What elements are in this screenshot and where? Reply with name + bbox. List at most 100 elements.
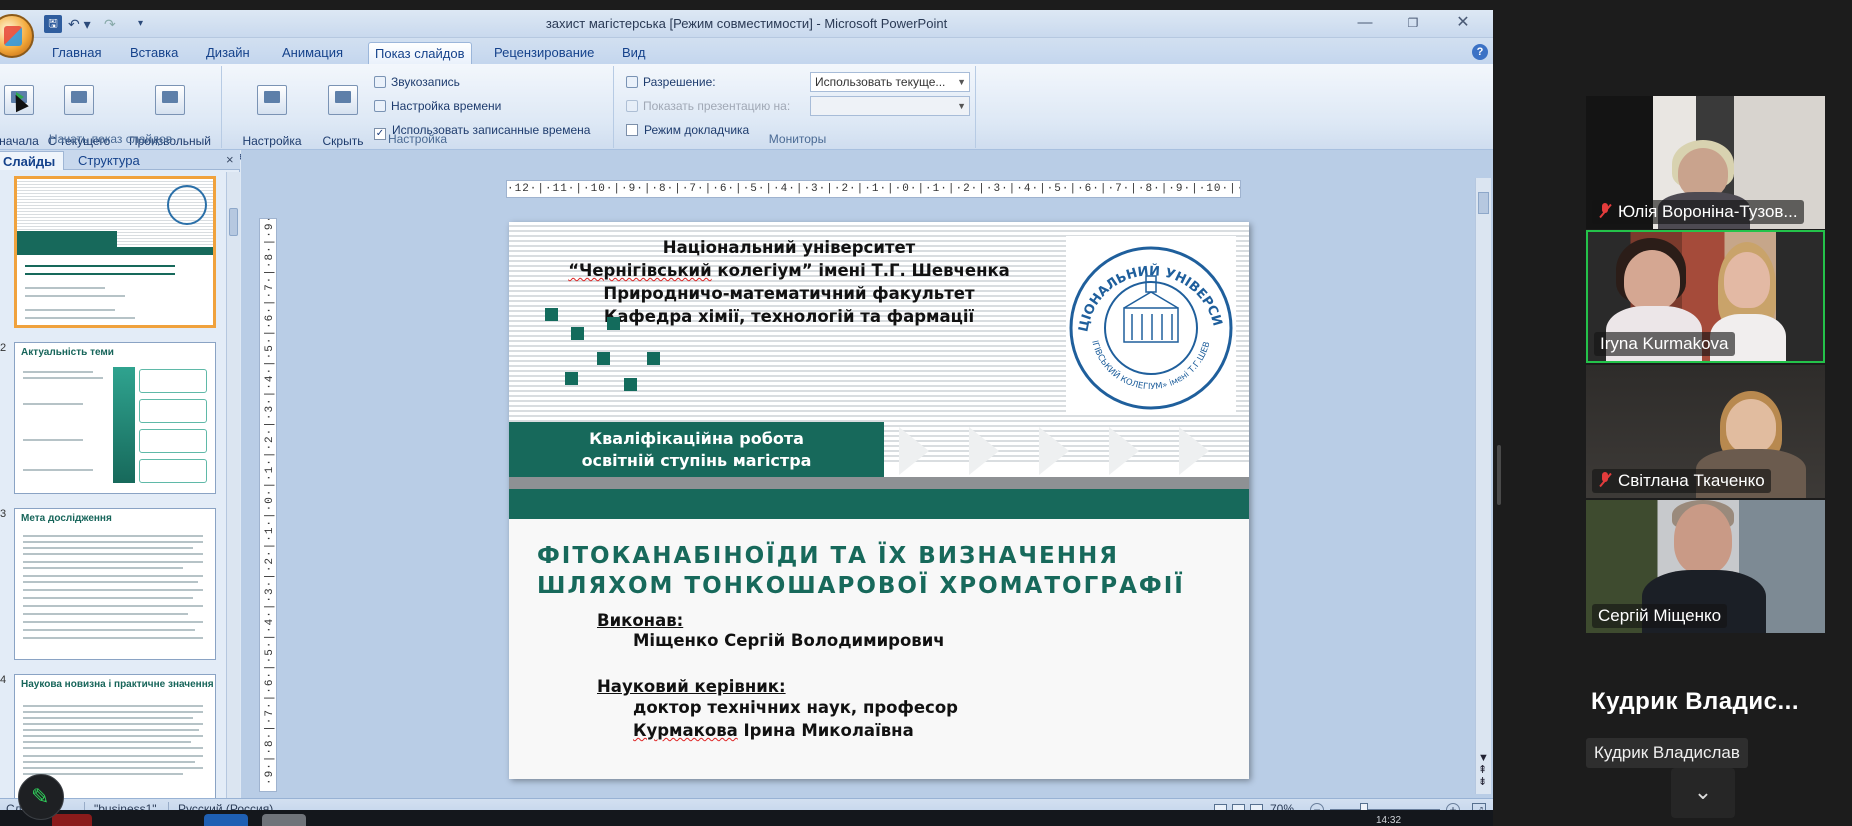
supervisor-given-names: Ірина Миколаївна xyxy=(737,721,914,740)
university-header: Національний університет “Чернігівський … xyxy=(509,236,1069,328)
rehearse-timings-button[interactable]: Настройка времени xyxy=(374,98,501,114)
supervisor-name: Курмакова Ірина Миколаївна xyxy=(633,719,914,742)
scrollbar-thumb[interactable] xyxy=(229,208,238,236)
thumb-arrows xyxy=(113,367,135,483)
chevron-arrow-icon xyxy=(1109,427,1139,475)
participant-name-label: Iryna Kurmakova xyxy=(1594,332,1735,356)
microphone-muted-icon xyxy=(1598,472,1612,488)
tab-outline[interactable]: Структура xyxy=(70,151,148,170)
tab-review[interactable]: Рецензирование xyxy=(488,42,600,64)
tab-slides[interactable]: Слайды xyxy=(0,151,65,170)
participant-name-label: Світлана Ткаченко xyxy=(1592,469,1771,493)
slide-number-4: 4 xyxy=(0,674,7,686)
author-label: Виконав: xyxy=(597,611,684,630)
status-bar: Сла... 27 "business1" Русский (Россия) 7… xyxy=(0,798,1493,810)
group-setup: Настройка демонстрации Скрыть слайд Звук… xyxy=(222,66,614,163)
tab-design[interactable]: Дизайн xyxy=(200,42,256,64)
slide-editing-area: ·12·|·11·|·10·|·9·|·8·|·7·|·6·|·5·|·4·|·… xyxy=(241,150,1493,798)
slide-thumbnail-2[interactable]: Актуальність теми xyxy=(14,342,216,494)
tab-animation[interactable]: Анимация xyxy=(276,42,349,64)
horizontal-ruler: ·12·|·11·|·10·|·9·|·8·|·7·|·6·|·5·|·4·|·… xyxy=(506,180,1241,198)
collapse-panel-button[interactable]: ⌄ xyxy=(1671,768,1735,818)
resolution-value: Использовать текуще... xyxy=(815,75,946,89)
tab-slide-show[interactable]: Показ слайдов xyxy=(368,42,472,64)
supervisor-surname: Курмакова xyxy=(633,721,738,740)
decor-square xyxy=(571,327,584,340)
tab-insert[interactable]: Вставка xyxy=(124,42,184,64)
screen: 🖫 ↶ ▾ ↷ ▾ захист магістерська [Режим сов… xyxy=(0,0,1852,826)
slide-thumbnail-3[interactable]: Мета дослідження xyxy=(14,508,216,660)
annotate-button[interactable]: ✎ xyxy=(18,774,64,820)
participant-tile-1[interactable]: Юлія Вороніна-Тузов... xyxy=(1586,96,1825,229)
resolution-label-row: Разрешение: xyxy=(626,74,716,90)
taskbar-app-icon[interactable] xyxy=(262,814,306,826)
participant-tile-4[interactable]: Сергій Міщенко xyxy=(1586,500,1825,633)
panel-resize-handle[interactable] xyxy=(1497,445,1501,505)
header-collegium: “Чернігівський колегіум” імені Т.Г. Шевч… xyxy=(509,259,1069,282)
vertical-ruler: ·9·|·8·|·7·|·6·|·5·|·4·|·3·|·2·|·1·|·0·|… xyxy=(259,218,277,792)
record-narration-label: Звукозапись xyxy=(391,75,460,89)
supervisor-label: Науковий керівник: xyxy=(597,677,786,696)
thesis-title-line-2: ШЛЯХОМ ТОНКОШАРОВОЇ ХРОМАТОГРАФІЇ xyxy=(537,573,1185,599)
participant-tile-3[interactable]: Світлана Ткаченко xyxy=(1586,365,1825,498)
resolution-select[interactable]: Использовать текуще... ▼ xyxy=(810,72,970,92)
chevron-arrow-icon xyxy=(969,427,999,475)
zoom-in-button[interactable]: + xyxy=(1446,803,1460,810)
tab-view[interactable]: Вид xyxy=(616,42,652,64)
speaker-name-large: Кудрик Владис... xyxy=(1591,688,1799,715)
show-on-select[interactable]: ▼ xyxy=(810,96,970,116)
thumb-teal-band xyxy=(17,247,213,255)
scrollbar-thumb[interactable] xyxy=(1478,192,1489,214)
fit-to-window-icon[interactable]: ⤢ xyxy=(1472,803,1486,810)
decor-square xyxy=(565,372,578,385)
thumb-title: Актуальність теми xyxy=(21,347,114,358)
rehearse-timings-label: Настройка времени xyxy=(391,99,502,113)
participant-name: Юлія Вороніна-Тузов... xyxy=(1618,202,1798,221)
office-logo-icon xyxy=(4,26,22,46)
group-start-slide-show: начала С текущего слайда Произвольный по… xyxy=(0,66,222,163)
tab-home[interactable]: Главная xyxy=(46,42,107,64)
slide-thumbnails: 2 Актуальність теми 3 Мета дослідження 4… xyxy=(0,172,226,798)
meeting-participants-panel: Юлія Вороніна-Тузов... Iryna Kurmakova С… xyxy=(1493,0,1852,826)
microphone-icon xyxy=(374,76,386,88)
author-name: Міщенко Сергій Володимирович xyxy=(633,631,945,650)
participant-name: Сергій Міщенко xyxy=(1598,606,1722,625)
close-pane-icon[interactable]: × xyxy=(226,152,234,167)
powerpoint-window: 🖫 ↶ ▾ ↷ ▾ захист магістерська [Режим сов… xyxy=(0,10,1493,810)
close-button[interactable]: ✕ xyxy=(1446,13,1480,33)
zoom-slider-handle[interactable] xyxy=(1360,803,1368,810)
show-on-label-row: Показать презентацию на: xyxy=(626,98,790,114)
participant-tile-2[interactable]: Iryna Kurmakova xyxy=(1586,230,1825,363)
header-collegium-a: “Чернігівський xyxy=(568,261,712,280)
header-faculty: Природничо-математичний факультет xyxy=(603,284,975,303)
chevron-down-icon: ▼ xyxy=(957,101,966,111)
setup-show-icon xyxy=(257,85,287,115)
slide-navigation-buttons[interactable]: ▼ ⇞ ⇟ xyxy=(1478,752,1489,788)
chevron-arrow-icon xyxy=(1039,427,1069,475)
restore-button[interactable]: ❐ xyxy=(1396,13,1430,33)
current-slide[interactable]: Національний університет “Чернігівський … xyxy=(509,222,1249,779)
participant-name-label: Сергій Міщенко xyxy=(1592,604,1728,628)
slides-pane: Слайды Структура × 2 Актуальність теми 3… xyxy=(0,150,240,798)
participant-name: Iryna Kurmakova xyxy=(1600,334,1729,353)
slide-thumbnail-1[interactable] xyxy=(14,176,216,328)
show-on-label: Показать презентацию на: xyxy=(643,99,791,113)
decor-square xyxy=(545,308,558,321)
zoom-level[interactable]: 70% xyxy=(1270,802,1294,810)
zoom-out-button[interactable]: − xyxy=(1310,803,1324,810)
monitor-icon xyxy=(626,76,638,88)
taskbar-app-icon[interactable] xyxy=(52,814,92,826)
record-narration-button[interactable]: Звукозапись xyxy=(374,74,460,90)
hide-slide-icon xyxy=(328,85,358,115)
slide-number-3: 3 xyxy=(0,508,7,520)
microphone-muted-icon xyxy=(1598,203,1612,219)
university-seal-logo: НАЦІОНАЛЬНИЙ УНІВЕРСИТЕТ «ЧЕРНІГІВСЬКИЙ … xyxy=(1061,225,1236,414)
minimize-button[interactable]: — xyxy=(1348,13,1382,33)
group-label-monitors: Мониторы xyxy=(768,132,827,146)
theme-name: "business1" xyxy=(94,802,157,810)
pane-scrollbar[interactable] xyxy=(226,172,240,798)
vertical-scrollbar[interactable]: ▼ ⇞ ⇟ xyxy=(1475,178,1491,794)
taskbar-app-icon[interactable] xyxy=(204,814,248,826)
language-indicator[interactable]: Русский (Россия) xyxy=(178,802,273,810)
help-icon[interactable]: ? xyxy=(1472,44,1488,60)
